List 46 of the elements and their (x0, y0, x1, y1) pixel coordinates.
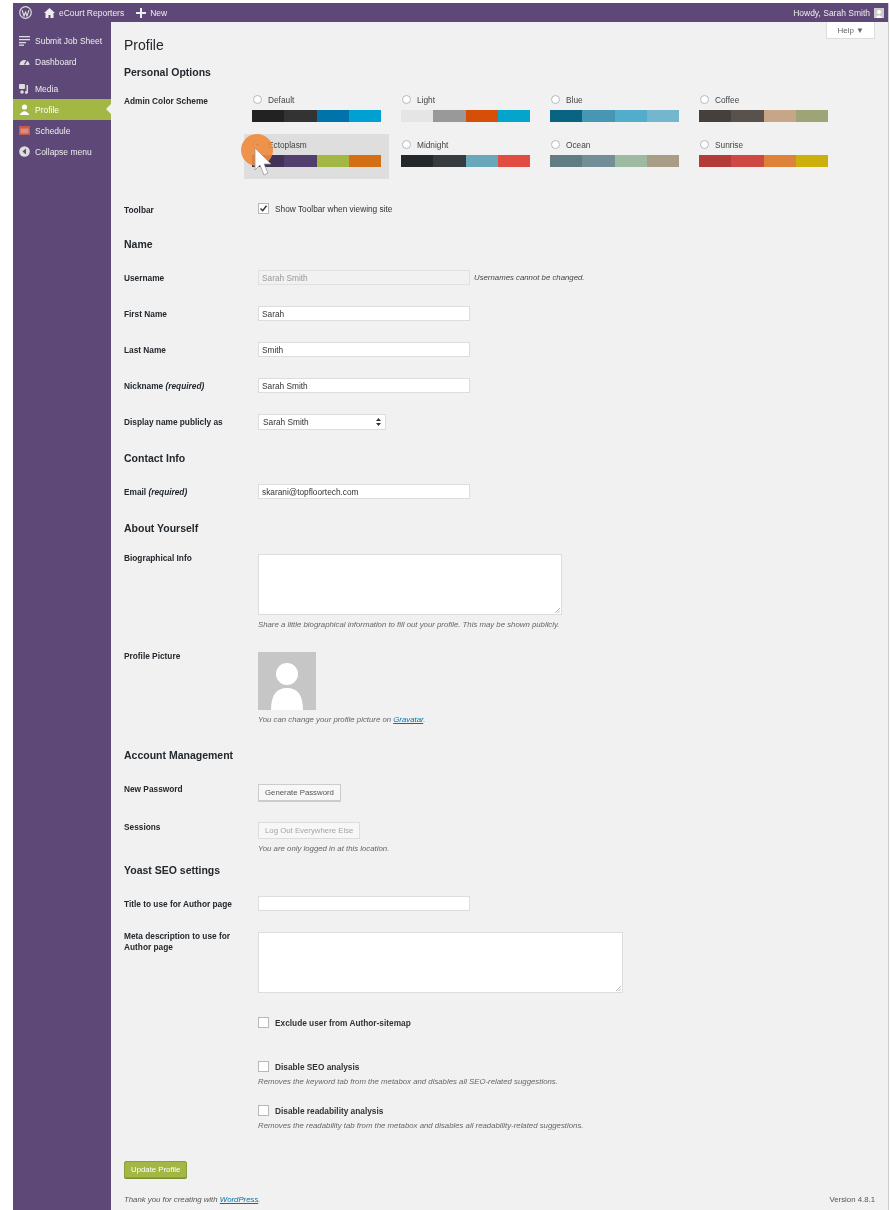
color-scheme-option[interactable]: Default (244, 89, 389, 134)
new-link[interactable]: New (136, 7, 168, 18)
sidebar-item[interactable]: Dashboard (13, 51, 111, 72)
color-scheme-option[interactable]: Light (393, 89, 538, 134)
page-title: Profile (124, 36, 165, 55)
field-label: Display name publicly as (124, 417, 224, 428)
field-label: First Name (124, 309, 168, 320)
section-heading: About Yourself (124, 521, 200, 536)
display-name-dropdown[interactable]: Sarah Smith (258, 414, 386, 430)
sidebar-item[interactable]: Submit Job Sheet (13, 30, 111, 51)
color-scheme-option[interactable]: Ocean (542, 134, 687, 179)
section-heading: Personal Options (124, 65, 212, 80)
field-label: Biographical Info (124, 553, 193, 564)
checkbox-label: Disable readability analysis (275, 1105, 384, 1116)
field-label: Meta description to use for Author page (124, 931, 232, 953)
field-label: Email (required) (124, 487, 189, 498)
field-label: Profile Picture (124, 651, 182, 662)
field-label: Nickname (required) (124, 381, 206, 392)
color-scheme-option[interactable]: Midnight (393, 134, 538, 179)
color-scheme-option[interactable]: Blue (542, 89, 687, 134)
help-tab[interactable]: Help ▼ (826, 22, 875, 39)
account-link[interactable]: Howdy, Sarah Smith (793, 7, 884, 18)
field-label: Admin Color Scheme (124, 96, 209, 107)
field-label: Title to use for Author page (124, 899, 233, 910)
sidebar-item[interactable]: Collapse menu (13, 141, 111, 162)
checkbox-label: Disable SEO analysis (275, 1061, 360, 1072)
checkbox-label: Show Toolbar when viewing site (275, 203, 393, 214)
section-heading: Account Management (124, 748, 235, 763)
color-scheme-option[interactable]: Coffee (691, 89, 836, 134)
color-scheme-option[interactable]: Sunrise (691, 134, 836, 179)
text-field[interactable]: Smith (258, 342, 470, 357)
section-heading: Contact Info (124, 451, 187, 466)
checkbox-label: Exclude user from Author-sitemap (275, 1017, 411, 1028)
field-label: New Password (124, 784, 184, 795)
text-field[interactable]: skarani@topfloortech.com (258, 484, 470, 499)
sidebar-item[interactable]: Schedule (13, 120, 111, 141)
section-heading: Name (124, 237, 154, 252)
field-label: Last Name (124, 345, 167, 356)
text-field[interactable]: Sarah Smith (258, 378, 470, 393)
text-field[interactable]: Sarah (258, 306, 470, 321)
sidebar-item[interactable]: Media (13, 78, 111, 99)
field-label: Username (124, 273, 166, 284)
field-label: Sessions (124, 822, 162, 833)
section-heading: Yoast SEO settings (124, 863, 222, 878)
site-name-link[interactable]: eCourt Reporters (44, 7, 125, 18)
field-label: Toolbar (124, 205, 155, 216)
